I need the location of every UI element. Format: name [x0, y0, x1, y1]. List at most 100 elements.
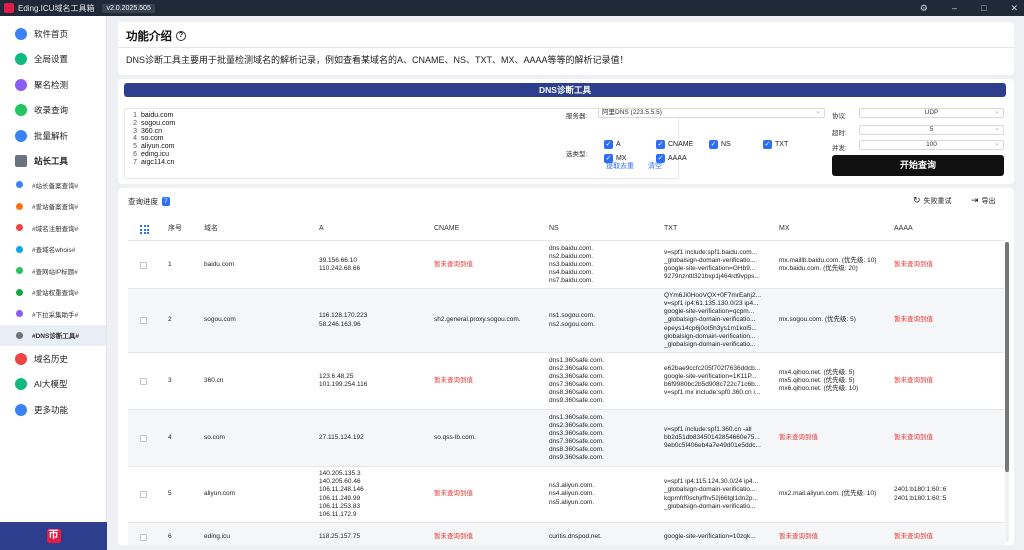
record-type-checkbox-mx[interactable]: ✓ MX: [604, 154, 627, 163]
row-txt-value: _globalsign-domain-verificatio...: [664, 502, 756, 510]
row-checkbox-cell[interactable]: [140, 410, 147, 466]
sidebar-footer: 帀: [0, 522, 107, 550]
record-type-checkbox-txt[interactable]: ✓ TXT: [763, 140, 788, 149]
row-cname-cell: 暂未查询到值: [434, 242, 473, 288]
row-cname-value: 暂未查询到值: [434, 490, 473, 498]
domain-list-text[interactable]: baidu.com sogou.com 360.cn so.com aliyun.com…: [141, 112, 175, 167]
row-domain: baidu.com: [204, 260, 234, 268]
row-a-value: 106.11.253.83: [319, 502, 361, 510]
sidebar-item-top-0[interactable]: 软件首页: [0, 21, 106, 47]
server-select[interactable]: 阿里DNS (223.5.5.5) ⌄: [598, 108, 825, 118]
row-mx-value: mx2.mail.aliyun.com. (优先级: 10): [779, 490, 877, 498]
scrollbar-thumb[interactable]: [1005, 242, 1009, 472]
header-txt[interactable]: TXT: [664, 219, 677, 240]
header-domain[interactable]: 域名: [204, 219, 218, 240]
row-checkbox[interactable]: [140, 317, 147, 324]
row-mx-value: mx.baidu.com. (优先级: 20): [779, 265, 858, 272]
sidebar-item-top-4[interactable]: 批量解析: [0, 123, 106, 149]
row-checkbox[interactable]: [140, 377, 147, 385]
checkbox-checked-icon: ✓: [604, 140, 613, 149]
record-type-checkbox-ns[interactable]: ✓ NS: [709, 140, 731, 149]
row-mx-cell: mx4.qihoo.net. (优先级: 5) mx5.qihoo.net. (优…: [779, 353, 858, 409]
row-checkbox-cell[interactable]: [140, 523, 147, 545]
minimize-icon[interactable]: –: [952, 3, 957, 13]
sidebar-item-top-1[interactable]: 全局设置: [0, 47, 106, 73]
sidebar-subitem-label: #下拉采集助手#: [32, 311, 79, 319]
row-index: 5: [168, 490, 172, 498]
row-checkbox-cell[interactable]: [140, 467, 147, 522]
row-aaaa-value: 暂未查询到值: [894, 316, 933, 324]
protocol-select[interactable]: UDP ⌄: [859, 108, 1004, 118]
row-ns-value: dns8.360safe.com.: [549, 389, 604, 397]
column-settings-grid-icon[interactable]: [140, 219, 149, 240]
row-checkbox[interactable]: [140, 434, 147, 442]
concurrency-label: 并发:: [832, 145, 847, 152]
sidebar-item-top-2[interactable]: 聚名检测: [0, 72, 106, 98]
row-index: 2: [168, 316, 172, 324]
sidebar-subitem-0[interactable]: #站长备案查询#: [0, 174, 106, 196]
row-txt-value: _globalsign-domain-verificatio...: [664, 486, 756, 494]
sidebar-item-bottom-0[interactable]: 域名历史: [0, 346, 106, 372]
row-ns-value: dns9.360safe.com.: [549, 397, 604, 405]
row-ns-value: ns3.baidu.com.: [549, 260, 594, 268]
refresh-icon: ↻: [913, 195, 921, 205]
retry-failed-button[interactable]: ↻ 失败重试: [913, 195, 952, 206]
row-ns-cell: dns.baidu.com. ns2.baidu.com. ns3.baidu.co…: [549, 242, 593, 288]
domain-input-area[interactable]: 1234567 baidu.com sogou.com 360.cn so.com al…: [124, 108, 679, 179]
header-aaaa[interactable]: AAAA: [894, 219, 913, 240]
sidebar-item-bottom-1[interactable]: AI大模型: [0, 372, 106, 398]
sidebar-group-webmaster-tools[interactable]: 站长工具: [0, 149, 106, 175]
help-circle-icon[interactable]: ?: [176, 31, 186, 41]
row-checkbox[interactable]: [140, 534, 147, 541]
sidebar-subitem-1[interactable]: #爱站备案查询#: [0, 196, 106, 218]
header-index[interactable]: 序号: [168, 219, 182, 240]
sidebar-subitem-3[interactable]: #查域名whois#: [0, 239, 106, 261]
close-icon[interactable]: ✕: [1010, 3, 1018, 14]
row-checkbox-cell[interactable]: [140, 289, 147, 352]
sidebar-subitem-icon: [16, 288, 23, 296]
maximize-icon[interactable]: □: [981, 3, 986, 13]
start-query-button[interactable]: 开始查询: [832, 155, 1004, 176]
row-txt-cell: v=spf1 ip4:115.124.30.0/24 ip4... _global…: [664, 467, 758, 522]
row-checkbox[interactable]: [140, 261, 147, 269]
row-aaaa-cell: 2401:b180:1:60::6 2401:b180:1:60::5: [894, 467, 946, 522]
record-type-checkbox-a[interactable]: ✓ A: [604, 140, 621, 149]
concurrency-input[interactable]: 100 ⌄: [859, 140, 1004, 150]
sidebar-subitem-2[interactable]: #域名注册查询#: [0, 217, 106, 239]
domain-line: so.com: [141, 135, 164, 143]
settings-gear-icon[interactable]: ⚙: [920, 3, 928, 14]
record-type-checkbox-aaaa[interactable]: ✓ AAAA: [656, 154, 687, 163]
header-cname[interactable]: CNAME: [434, 219, 459, 240]
timeout-label: 超时:: [832, 130, 847, 137]
header-mx[interactable]: MX: [779, 219, 790, 240]
row-ns-value: dns2.360safe.com.: [549, 364, 604, 372]
row-domain: so.com: [204, 433, 225, 441]
row-checkbox-cell[interactable]: [140, 242, 147, 288]
row-a-cell: 123.6.48.25 101.199.254.116: [319, 353, 367, 409]
sidebar-item-label: 更多功能: [34, 404, 69, 415]
row-a-value: 39.156.66.10: [319, 256, 357, 264]
row-a-cell: 118.25.157.75: [319, 523, 360, 545]
table-header: 序号 域名 A CNAME NS TXT MX AAAA: [128, 219, 1004, 241]
webmaster-tools-icon: [15, 155, 27, 168]
sidebar-subitem-5[interactable]: #爱站权重查询#: [0, 282, 106, 304]
record-type-label: 选类型:: [566, 151, 588, 158]
row-checkbox-cell[interactable]: [140, 353, 147, 409]
row-mx-value: mx6.qihoo.net. (优先级: 10): [779, 385, 859, 393]
sidebar-item-top-3[interactable]: 收录查询: [0, 98, 106, 124]
timeout-input[interactable]: 5 ⌄: [859, 125, 1004, 135]
row-mx-value: mx5.qihoo.net. (优先级: 5): [779, 376, 855, 384]
sidebar-item-bottom-2[interactable]: 更多功能: [0, 397, 106, 423]
header-a[interactable]: A: [319, 219, 324, 240]
table-row: 2 sogou.com 116.128.170.223 58.246.163.96 sh…: [128, 289, 1004, 353]
sidebar-subitem-4[interactable]: #查网站IP标题#: [0, 260, 106, 282]
header-ns[interactable]: NS: [549, 219, 559, 240]
record-type-checkbox-cname[interactable]: ✓ CNAME: [656, 140, 693, 149]
row-aaaa-cell: 暂未查询到值: [894, 289, 933, 352]
line-number: 5: [133, 143, 137, 151]
export-button[interactable]: ⇥ 导出: [971, 195, 996, 206]
sidebar-subitem-7[interactable]: #DNS诊断工具#: [0, 324, 106, 346]
row-checkbox[interactable]: [140, 491, 147, 498]
sidebar-subitem-6[interactable]: #下拉采集助手#: [0, 303, 106, 325]
row-txt-value: google-site-verification=GHb9...: [664, 265, 756, 272]
